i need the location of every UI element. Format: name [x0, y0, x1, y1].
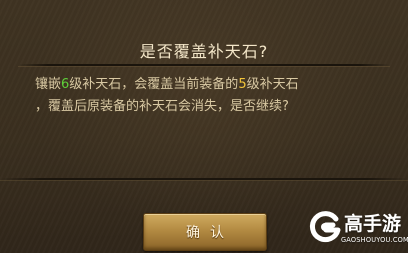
dialog-message: 镶嵌6级补天石，会覆盖当前装备的5级补天石 ，覆盖后原装备的补天石会消失，是否继… — [35, 74, 385, 118]
watermark: 高手游 GAOSHOUYOU.COM — [308, 206, 408, 250]
footer-divider — [0, 178, 408, 180]
current-level-value: 5 — [238, 77, 247, 92]
message-text-4: ，覆盖后原装备的补天石会消失，是否继续? — [35, 99, 289, 114]
confirm-dialog: 是否覆盖补天石? 镶嵌6级补天石，会覆盖当前装备的5级补天石 ，覆盖后原装备的补… — [0, 0, 408, 253]
dialog-title: 是否覆盖补天石? — [139, 42, 269, 61]
title-divider — [18, 64, 390, 66]
confirm-button[interactable]: 确认 — [143, 213, 267, 251]
watermark-url: GAOSHOUYOU.COM — [341, 236, 408, 244]
watermark-name: 高手游 — [344, 213, 402, 235]
message-text-1: 镶嵌 — [35, 77, 62, 92]
confirm-button-label: 确认 — [186, 225, 234, 241]
gaoshouyou-logo-icon — [309, 211, 341, 243]
message-text-3: 级补天石 — [246, 77, 299, 92]
message-text-2: 级补天石，会覆盖当前装备的 — [69, 77, 239, 92]
